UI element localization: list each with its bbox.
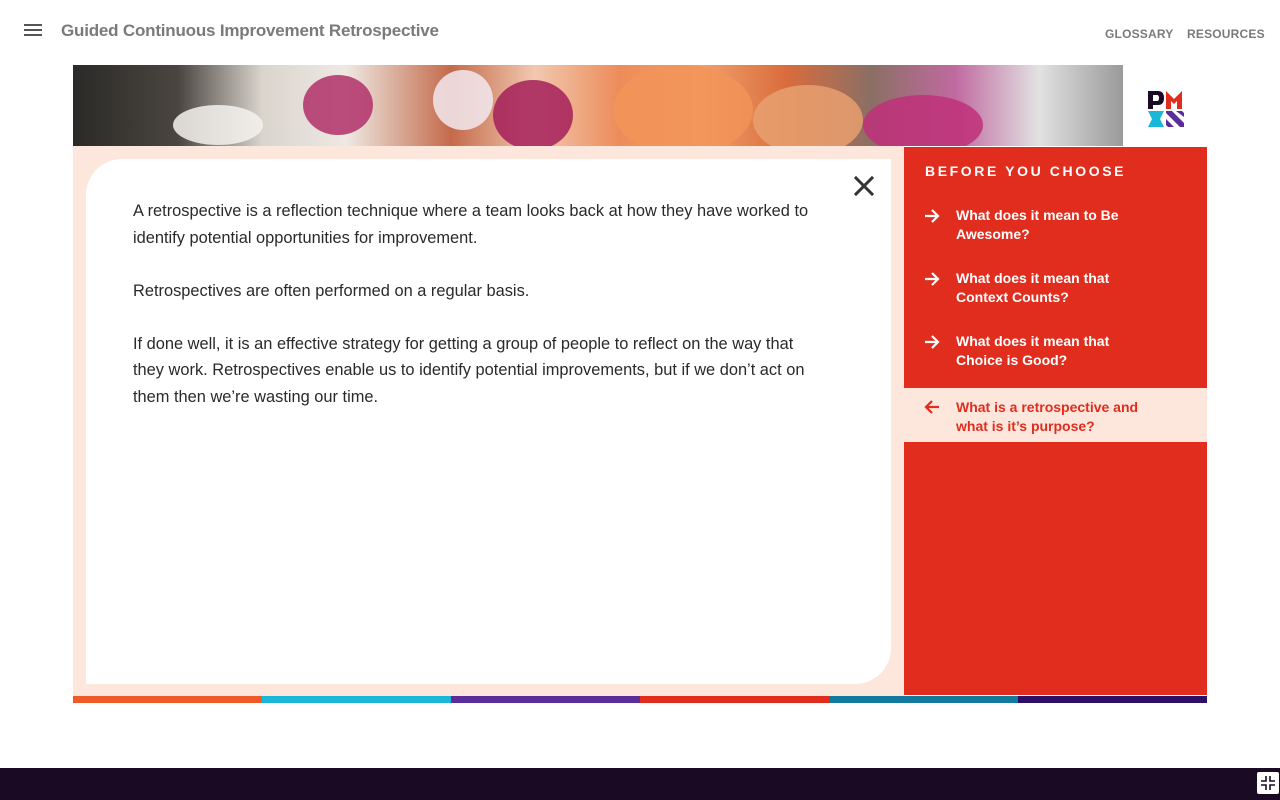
sidebar-item-label: What does it mean that Context Counts? xyxy=(956,270,1110,305)
sidebar-item-label: What does it mean that Choice is Good? xyxy=(956,333,1110,368)
app-title: Guided Continuous Improvement Retrospect… xyxy=(61,21,439,40)
arrow-right-icon xyxy=(925,335,940,349)
sidebar-item-label: What is a retrospective and what is it’s… xyxy=(956,399,1139,434)
arrow-left-icon xyxy=(924,400,939,414)
sidebar-item-label: What does it mean to Be Awesome? xyxy=(956,207,1119,242)
paragraph: Retrospectives are often performed on a … xyxy=(133,281,530,300)
paragraph: A retrospective is a reflection techniqu… xyxy=(133,202,809,247)
sidebar-heading: BEFORE YOU CHOOSE xyxy=(925,163,1127,179)
arrow-right-icon xyxy=(925,272,940,286)
content-text: A retrospective is a reflection techniqu… xyxy=(133,198,813,437)
glossary-link[interactable]: GLOSSARY xyxy=(1105,27,1174,41)
arrow-right-icon xyxy=(925,209,940,223)
close-icon[interactable] xyxy=(853,175,875,197)
pmi-logo xyxy=(1148,91,1184,127)
hamburger-icon[interactable] xyxy=(24,24,42,40)
color-stripe xyxy=(73,696,1207,703)
footer-bar xyxy=(0,768,1280,800)
resources-link[interactable]: RESOURCES xyxy=(1187,27,1265,41)
exit-fullscreen-icon[interactable] xyxy=(1257,772,1279,794)
paragraph: If done well, it is an effective strateg… xyxy=(133,334,805,406)
sidebar-item-retrospective-purpose[interactable]: What is a retrospective and what is it’s… xyxy=(904,388,1207,442)
banner-image xyxy=(73,65,1123,146)
